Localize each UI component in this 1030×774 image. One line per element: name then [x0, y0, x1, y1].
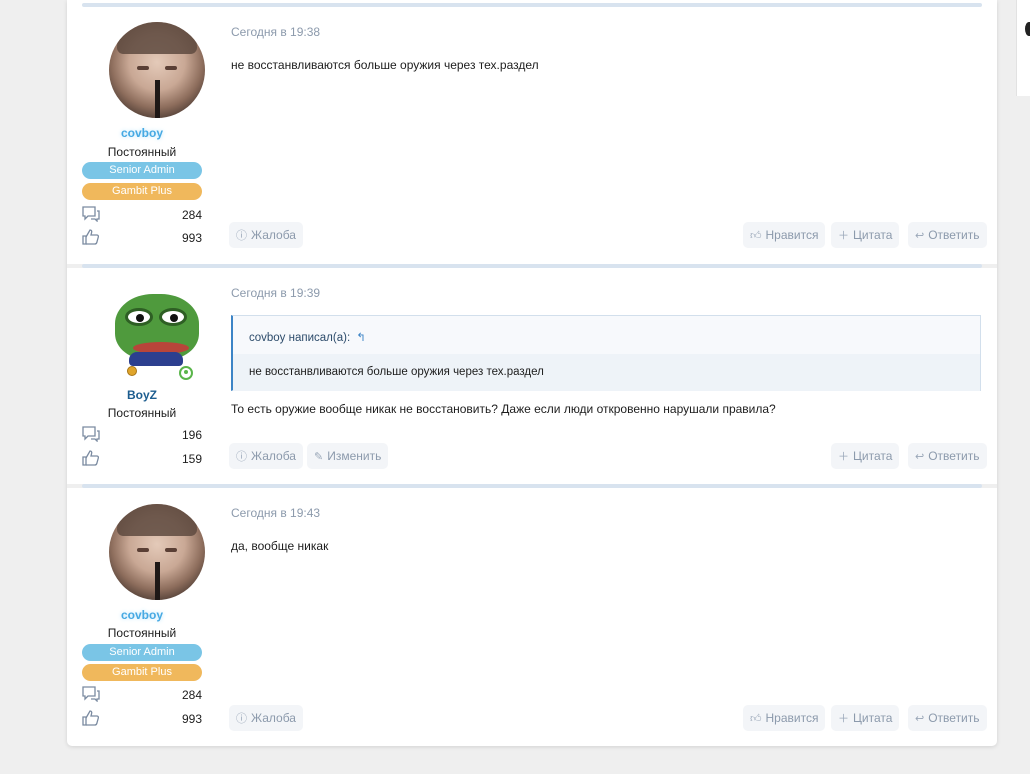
messages-stat[interactable]: 196	[82, 426, 202, 442]
post-top-bar	[82, 484, 982, 488]
thumbs-up-icon: 👍︎	[750, 713, 762, 725]
username[interactable]: covboy	[82, 608, 202, 622]
reply-icon: ↩	[915, 230, 925, 242]
pencil-icon: ✎	[314, 451, 324, 463]
alert-circle-icon: ⓘ	[236, 451, 247, 463]
online-status-icon	[179, 366, 193, 380]
alert-circle-icon: ⓘ	[236, 230, 247, 242]
post: covboy Постоянный Senior Admin Gambit Pl…	[67, 0, 997, 264]
report-button[interactable]: ⓘ Жалоба	[229, 443, 303, 469]
alert-circle-icon: ⓘ	[236, 713, 247, 725]
post-message: да, вообще никак	[231, 539, 329, 553]
banner-senior-admin: Senior Admin	[82, 644, 202, 661]
reactions-count: 159	[181, 452, 202, 466]
username[interactable]: BoyZ	[82, 388, 202, 402]
avatar[interactable]	[109, 504, 205, 600]
post: covboy Постоянный Senior Admin Gambit Pl…	[67, 484, 997, 746]
reply-button[interactable]: ↩ Ответить	[908, 705, 987, 731]
quote-block: covboy написал(а): ↰ не восстанвливаются …	[231, 315, 981, 391]
like-button[interactable]: 👍︎ Нравится	[743, 222, 826, 248]
banner-gambit-plus: Gambit Plus	[82, 664, 202, 681]
side-panel-fragment	[1016, 0, 1030, 96]
reactions-stat[interactable]: 159	[82, 450, 202, 466]
reply-icon: ↩	[915, 451, 925, 463]
post-message: То есть оружие вообще никак не восстанов…	[231, 402, 776, 416]
user-title: Постоянный	[107, 145, 177, 159]
post-top-bar	[82, 264, 982, 268]
quote-button[interactable]: ＋ Цитата	[831, 222, 900, 248]
quote-text: не восстанвливаются больше оружия через …	[233, 354, 980, 391]
post-date[interactable]: Сегодня в 19:39	[231, 286, 320, 300]
plus-icon: ＋	[838, 451, 849, 463]
arrow-up-icon[interactable]: ↰	[356, 332, 366, 344]
post-top-bar	[82, 3, 982, 7]
messages-count: 284	[181, 688, 202, 702]
thumbs-up-icon	[82, 710, 100, 726]
thumbs-up-icon	[82, 450, 100, 466]
user-title: Постоянный	[107, 406, 177, 420]
messages-count: 284	[181, 208, 202, 222]
plus-icon: ＋	[838, 230, 849, 242]
like-button[interactable]: 👍︎ Нравится	[743, 705, 826, 731]
reply-button[interactable]: ↩ Ответить	[908, 222, 987, 248]
messages-count: 196	[181, 428, 202, 442]
username[interactable]: covboy	[82, 126, 202, 140]
reactions-count: 993	[181, 712, 202, 726]
comment-icon	[82, 686, 100, 702]
comment-icon	[82, 206, 100, 222]
quote-author[interactable]: covboy написал(а): ↰	[249, 330, 366, 344]
reactions-stat[interactable]: 993	[82, 710, 202, 726]
avatar[interactable]	[109, 22, 205, 118]
quote-button[interactable]: ＋ Цитата	[831, 443, 900, 469]
reactions-stat[interactable]: 993	[82, 229, 202, 245]
user-title: Постоянный	[107, 626, 177, 640]
thumbs-up-icon: 👍︎	[750, 230, 762, 242]
report-button[interactable]: ⓘ Жалоба	[229, 222, 303, 248]
plus-icon: ＋	[838, 713, 849, 725]
medal-icon	[127, 366, 137, 376]
post: BoyZ Постоянный 196 159 Сегодня в 19:39 …	[67, 264, 997, 484]
report-button[interactable]: ⓘ Жалоба	[229, 705, 303, 731]
post-date[interactable]: Сегодня в 19:38	[231, 25, 320, 39]
thread-container: covboy Постоянный Senior Admin Gambit Pl…	[67, 0, 997, 746]
reactions-count: 993	[181, 231, 202, 245]
edit-button[interactable]: ✎ Изменить	[307, 443, 389, 469]
sidebar-icon	[1025, 22, 1030, 36]
banner-senior-admin: Senior Admin	[82, 162, 202, 179]
quote-button[interactable]: ＋ Цитата	[831, 705, 900, 731]
post-date[interactable]: Сегодня в 19:43	[231, 506, 320, 520]
reply-icon: ↩	[915, 713, 925, 725]
avatar[interactable]	[109, 286, 205, 382]
thumbs-up-icon	[82, 229, 100, 245]
messages-stat[interactable]: 284	[82, 206, 202, 222]
reply-button[interactable]: ↩ Ответить	[908, 443, 987, 469]
messages-stat[interactable]: 284	[82, 686, 202, 702]
banner-gambit-plus: Gambit Plus	[82, 183, 202, 200]
comment-icon	[82, 426, 100, 442]
post-message: не восстанвливаются больше оружия через …	[231, 58, 539, 72]
